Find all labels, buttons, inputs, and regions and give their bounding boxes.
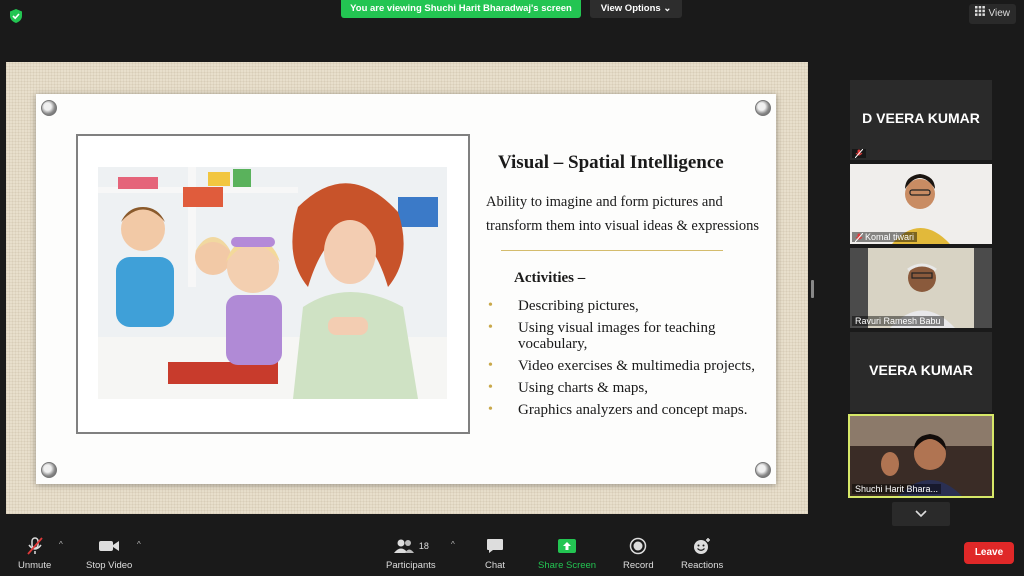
slide-divider xyxy=(501,250,723,251)
unmute-button[interactable]: Unmute xyxy=(18,536,51,571)
participants-options-caret[interactable]: ^ xyxy=(451,540,455,549)
participant-label: Komal tiwari xyxy=(852,232,918,242)
muted-microphone-icon xyxy=(25,536,45,556)
participant-name: Ravuri Ramesh Babu xyxy=(855,316,941,326)
participant-tile-d-veera-kumar[interactable]: D VEERA KUMAR xyxy=(850,80,992,160)
share-screen-label: Share Screen xyxy=(538,560,597,571)
muted-mic-icon xyxy=(854,148,864,159)
participants-button[interactable]: 18 Participants xyxy=(386,536,436,571)
zoom-meeting-window: You are viewing Shuchi Harit Bharadwaj's… xyxy=(0,0,1024,576)
pin-decoration xyxy=(41,462,57,478)
share-screen-button[interactable]: Share Screen xyxy=(538,536,596,571)
participants-icon: 18 xyxy=(393,536,429,556)
smiley-plus-icon xyxy=(692,536,712,556)
list-item: Video exercises & multimedia projects, xyxy=(488,358,778,374)
muted-mic-icon xyxy=(854,232,864,242)
chat-label: Chat xyxy=(485,560,506,571)
leave-button[interactable]: Leave xyxy=(964,542,1014,564)
reactions-label: Reactions xyxy=(681,560,724,571)
record-icon xyxy=(629,536,647,556)
unmute-label: Unmute xyxy=(18,560,52,571)
participant-tile-komal-tiwari[interactable]: Komal tiwari xyxy=(850,164,992,244)
stop-video-label: Stop Video xyxy=(86,560,133,571)
slide-title: Visual – Spatial Intelligence xyxy=(498,152,724,173)
slide: Visual – Spatial Intelligence Ability to… xyxy=(36,94,776,484)
slide-photo-children-playing xyxy=(98,167,447,399)
activities-list: Describing pictures, Using visual images… xyxy=(488,298,778,424)
activities-heading: Activities – xyxy=(514,270,586,286)
shared-screen[interactable]: Visual – Spatial Intelligence Ability to… xyxy=(6,62,808,514)
chevron-down-icon: ⌄ xyxy=(663,3,672,14)
participant-tile-ravuri-ramesh-babu[interactable]: Ravuri Ramesh Babu xyxy=(850,248,992,328)
stop-video-button[interactable]: Stop Video xyxy=(86,536,132,571)
list-item: Describing pictures, xyxy=(488,298,778,314)
reactions-button[interactable]: Reactions xyxy=(681,536,723,571)
panel-resize-handle[interactable] xyxy=(811,280,814,298)
slide-photo-frame xyxy=(76,134,470,434)
list-item: Using charts & maps, xyxy=(488,380,778,396)
list-item: Graphics analyzers and concept maps. xyxy=(488,402,778,418)
pin-decoration xyxy=(41,100,57,116)
participant-name: Komal tiwari xyxy=(865,232,915,242)
pin-decoration xyxy=(755,462,771,478)
audio-options-caret[interactable]: ^ xyxy=(59,540,63,549)
participant-name: Shuchi Harit Bhara... xyxy=(855,484,939,494)
participant-label: Ravuri Ramesh Babu xyxy=(852,316,944,326)
viewing-screen-banner: You are viewing Shuchi Harit Bharadwaj's… xyxy=(341,0,581,18)
participant-label xyxy=(852,148,866,159)
encryption-shield-icon[interactable] xyxy=(8,8,24,24)
list-item: Using visual images for teaching vocabul… xyxy=(488,320,778,352)
pin-decoration xyxy=(755,100,771,116)
view-button[interactable]: View xyxy=(968,4,1016,24)
video-options-caret[interactable]: ^ xyxy=(137,540,141,549)
video-camera-icon xyxy=(98,536,120,556)
view-options-label: View Options xyxy=(600,3,661,14)
participant-label: Shuchi Harit Bhara... xyxy=(852,484,942,494)
chat-bubble-icon xyxy=(486,536,504,556)
participant-tile-veera-kumar[interactable]: VEERA KUMAR xyxy=(850,332,992,412)
participant-name: D VEERA KUMAR xyxy=(862,110,980,126)
view-options-button[interactable]: View Options ⌄ xyxy=(590,0,682,18)
slide-description: Ability to imagine and form pictures and… xyxy=(486,194,760,234)
participant-count: 18 xyxy=(418,541,429,551)
chat-button[interactable]: Chat xyxy=(485,536,505,571)
record-label: Record xyxy=(623,560,654,571)
share-screen-icon xyxy=(557,536,577,556)
participant-name: VEERA KUMAR xyxy=(869,362,973,378)
grid-icon xyxy=(974,4,985,24)
meeting-toolbar: Unmute ^ Stop Video ^ 18 Participants ^ … xyxy=(0,528,1024,576)
participants-label: Participants xyxy=(386,560,436,571)
chevron-down-icon xyxy=(915,505,927,523)
participant-tile-shuchi-active-speaker[interactable]: Shuchi Harit Bhara... xyxy=(848,414,994,498)
view-label: View xyxy=(988,8,1011,19)
record-button[interactable]: Record xyxy=(623,536,654,571)
participants-scroll-down-button[interactable] xyxy=(892,502,950,526)
